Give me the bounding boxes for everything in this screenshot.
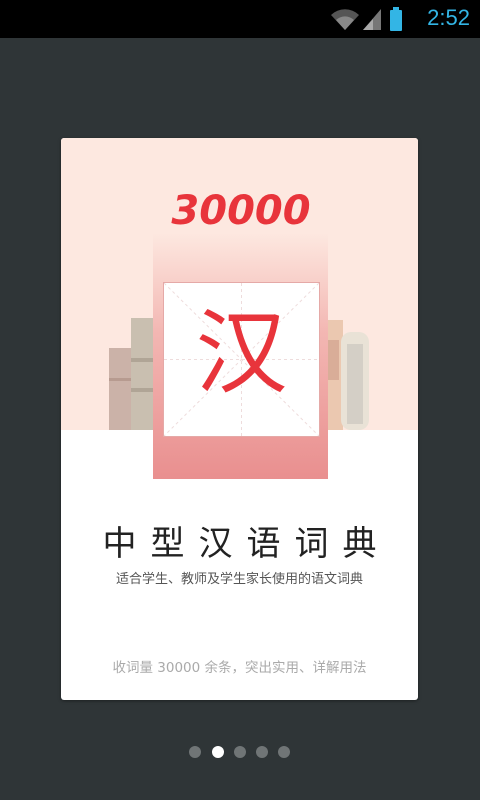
logo-number: 30000 bbox=[171, 190, 310, 230]
books-right-illustration bbox=[323, 320, 369, 430]
character-tile: 汉 bbox=[163, 282, 320, 437]
page-dot-active[interactable] bbox=[212, 746, 224, 758]
app-subtitle: 适合学生、教师及学生家长使用的语文词典 bbox=[115, 572, 363, 587]
app-title: 中型汉语词典 bbox=[102, 524, 391, 564]
signal-icon bbox=[363, 9, 381, 30]
clock: 2:52 bbox=[427, 5, 470, 30]
intro-card: 30000 汉 中型汉语词典 适合学生、教师及学生家长使用的语文词典 收词量 3… bbox=[61, 138, 418, 700]
battery-icon bbox=[390, 7, 402, 31]
page-indicator bbox=[189, 746, 299, 760]
page-dot[interactable] bbox=[278, 746, 290, 758]
30000-logo: 30000 bbox=[171, 190, 310, 230]
page-dot[interactable] bbox=[256, 746, 268, 758]
books-left-illustration bbox=[109, 318, 153, 430]
page-dot[interactable] bbox=[234, 746, 246, 758]
app-note: 收词量 30000 余条，突出实用、详解用法 bbox=[112, 660, 367, 676]
status-bar: 2:52 bbox=[0, 0, 480, 38]
wifi-icon bbox=[331, 9, 359, 31]
character-glyph: 汉 bbox=[195, 300, 288, 407]
page-dot[interactable] bbox=[189, 746, 201, 758]
